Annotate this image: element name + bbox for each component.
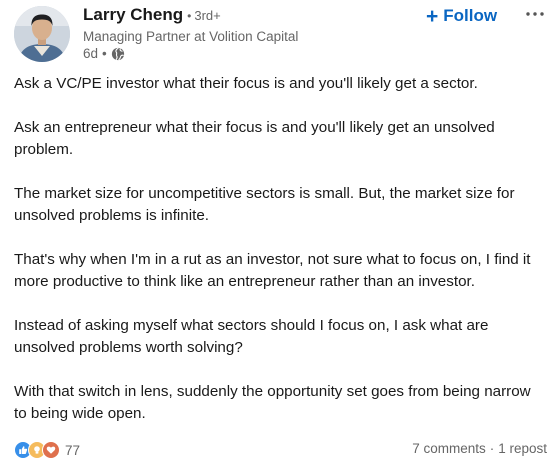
bullet-separator: •	[187, 9, 192, 23]
post-body: Ask a VC/PE investor what their focus is…	[14, 73, 544, 425]
connection-degree: 3rd+	[194, 8, 221, 23]
post-paragraph: Instead of asking myself what sectors sh…	[14, 317, 489, 356]
post-paragraph: Ask a VC/PE investor what their focus is…	[14, 75, 478, 92]
dot-separator: •	[102, 46, 107, 61]
post-meta: 6d •	[83, 46, 125, 61]
follow-label: Follow	[443, 6, 498, 25]
post-paragraph: With that switch in lens, suddenly the o…	[14, 383, 531, 422]
love-icon	[42, 441, 60, 459]
ellipsis-icon	[526, 12, 544, 16]
globe-icon	[111, 47, 125, 61]
author-name[interactable]: Larry Cheng	[83, 5, 183, 24]
reaction-icons	[14, 441, 60, 459]
author-headline: Managing Partner at Volition Capital	[83, 29, 299, 44]
follow-button[interactable]: + Follow	[426, 4, 497, 28]
post-paragraph: That's why when I'm in a rut as an inves…	[14, 251, 531, 290]
profile-photo	[14, 6, 70, 62]
reaction-count: 77	[65, 442, 81, 458]
post-paragraph: The market size for uncompetitive sector…	[14, 185, 515, 224]
post-paragraph: Ask an entrepreneur what their focus is …	[14, 119, 495, 158]
plus-icon: +	[426, 4, 439, 28]
reposts-link[interactable]: 1 repost	[498, 441, 547, 456]
dot-separator: ·	[489, 441, 495, 456]
feed-post: Larry Cheng • 3rd+ Managing Partner at Vol…	[0, 0, 555, 462]
avatar[interactable]	[14, 6, 70, 62]
overflow-menu-button[interactable]	[522, 3, 548, 25]
engagement-summary: 7 comments · 1 repost	[412, 441, 547, 456]
comments-link[interactable]: 7 comments	[412, 441, 486, 456]
post-time[interactable]: 6d	[83, 46, 98, 61]
reactions-summary[interactable]: 77	[14, 441, 80, 459]
author-line: Larry Cheng • 3rd+	[83, 5, 221, 25]
